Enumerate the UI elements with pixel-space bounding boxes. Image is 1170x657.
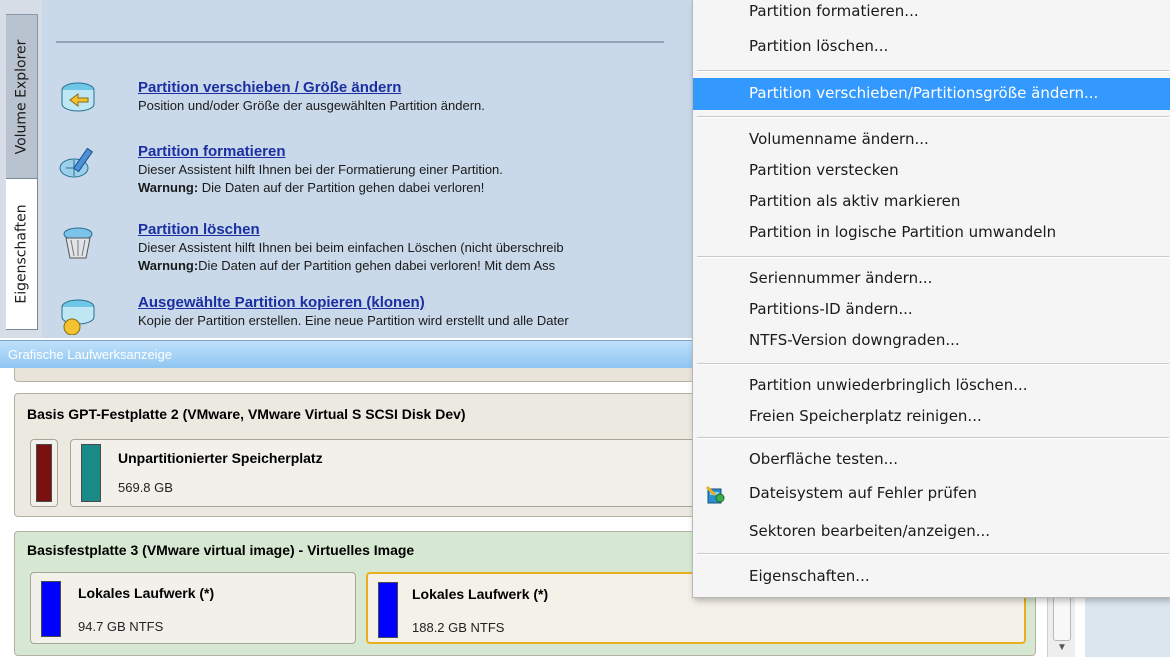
wizard-link-copy[interactable]: Ausgewählte Partition kopieren (klonen) bbox=[138, 293, 569, 312]
menu-separator bbox=[697, 363, 1169, 365]
wizard-desc: Dieser Assistent hilft Ihnen bei der For… bbox=[138, 162, 503, 177]
menu-item-label: Partition in logische Partition umwandel… bbox=[749, 223, 1057, 241]
wizard-link-format[interactable]: Partition formatieren bbox=[138, 142, 503, 161]
menu-item-label: Seriennummer ändern... bbox=[749, 269, 933, 287]
divider bbox=[56, 41, 664, 43]
wizard-warning: Warnung:Die Daten auf der Partition gehe… bbox=[138, 257, 564, 275]
wizard-desc: Dieser Assistent hilft Ihnen bei beim ei… bbox=[138, 240, 564, 255]
warning-text: Die Daten auf der Partition gehen dabei … bbox=[198, 258, 556, 273]
partition-color bbox=[81, 444, 101, 502]
partition-color bbox=[36, 444, 52, 502]
menu-item-surface-test[interactable]: Oberfläche testen... bbox=[693, 444, 1170, 476]
scrollbar-thumb[interactable] bbox=[1053, 593, 1071, 641]
disk-title: Basisfestplatte 3 (VMware virtual image)… bbox=[27, 542, 415, 558]
wizard-desc: Position und/oder Größe der ausgewählten… bbox=[138, 98, 485, 113]
menu-item-convert-logical[interactable]: Partition in logische Partition umwandel… bbox=[693, 217, 1170, 249]
tab-volume-explorer[interactable]: Volume Explorer bbox=[6, 14, 38, 180]
drive-view-title: Grafische Laufwerksanzeige bbox=[8, 347, 173, 362]
partition-size: 188.2 GB NTFS bbox=[412, 620, 505, 635]
menu-item-label: Partition verschieben/Partitionsgröße än… bbox=[749, 84, 1099, 102]
menu-item-label: Eigenschaften... bbox=[749, 567, 870, 585]
menu-separator bbox=[697, 256, 1169, 258]
menu-item-partition-id[interactable]: Partitions-ID ändern... bbox=[693, 294, 1170, 326]
menu-item-label: Partition löschen... bbox=[749, 37, 889, 55]
menu-separator bbox=[697, 553, 1169, 555]
wizard-link-move-resize[interactable]: Partition verschieben / Größe ändern bbox=[138, 78, 485, 97]
menu-item-delete[interactable]: Partition löschen... bbox=[693, 31, 1170, 63]
wizard-panel: Partition verschieben / Größe ändern Pos… bbox=[42, 0, 692, 338]
menu-item-label: Oberfläche testen... bbox=[749, 450, 898, 468]
menu-item-label: Dateisystem auf Fehler prüfen bbox=[749, 484, 977, 502]
move-resize-partition-icon bbox=[61, 82, 95, 112]
previous-disk-strip bbox=[14, 368, 694, 382]
menu-item-hide-partition[interactable]: Partition verstecken bbox=[693, 155, 1170, 187]
menu-item-label: Freien Speicherplatz reinigen... bbox=[749, 407, 982, 425]
menu-item-mark-active[interactable]: Partition als aktiv markieren bbox=[693, 186, 1170, 218]
menu-item-format[interactable]: Partition formatieren... bbox=[693, 0, 1170, 32]
menu-separator bbox=[697, 437, 1169, 439]
wizard-link-delete[interactable]: Partition löschen bbox=[138, 220, 564, 239]
wizard-warning: Warnung: Die Daten auf der Partition geh… bbox=[138, 179, 503, 197]
warning-text: Die Daten auf der Partition gehen dabei … bbox=[198, 180, 485, 195]
menu-item-label: Partitions-ID ändern... bbox=[749, 300, 913, 318]
partition-color bbox=[378, 582, 398, 638]
menu-item-serial-number[interactable]: Seriennummer ändern... bbox=[693, 263, 1170, 295]
warning-label: Warnung: bbox=[138, 258, 199, 273]
tab-eigenschaften-label: Eigenschaften bbox=[13, 204, 30, 304]
filesystem-check-icon bbox=[705, 485, 725, 504]
drive-view-header: Grafische Laufwerksanzeige bbox=[0, 340, 692, 368]
format-partition-icon bbox=[59, 147, 94, 178]
menu-item-label: Partition als aktiv markieren bbox=[749, 192, 961, 210]
copy-partition-icon bbox=[61, 299, 95, 335]
menu-item-edit-sectors[interactable]: Sektoren bearbeiten/anzeigen... bbox=[693, 516, 1170, 548]
partition-unallocated[interactable]: Unpartitionierter Speicherplatz 569.8 GB bbox=[70, 439, 710, 507]
warning-label: Warnung: bbox=[138, 180, 199, 195]
delete-partition-icon bbox=[63, 227, 93, 259]
partition-size: 569.8 GB bbox=[118, 480, 173, 495]
side-tabs: Volume Explorer Eigenschaften bbox=[0, 0, 42, 338]
menu-item-properties[interactable]: Eigenschaften... bbox=[693, 561, 1170, 593]
menu-item-rename-volume[interactable]: Volumenname ändern... bbox=[693, 124, 1170, 156]
menu-item-label: Partition unwiederbringlich löschen... bbox=[749, 376, 1028, 394]
partition-label: Lokales Laufwerk (*) bbox=[412, 586, 549, 602]
partition-label: Lokales Laufwerk (*) bbox=[78, 585, 215, 601]
menu-item-label: Sektoren bearbeiten/anzeigen... bbox=[749, 522, 991, 540]
menu-item-label: Volumenname ändern... bbox=[749, 130, 929, 148]
context-menu: Partition formatieren... Partition lösch… bbox=[692, 0, 1170, 598]
tab-volume-explorer-label: Volume Explorer bbox=[13, 39, 30, 155]
menu-item-label: Partition verstecken bbox=[749, 161, 899, 179]
menu-item-label: NTFS-Version downgraden... bbox=[749, 331, 960, 349]
menu-item-ntfs-downgrade[interactable]: NTFS-Version downgraden... bbox=[693, 325, 1170, 357]
menu-separator bbox=[697, 70, 1169, 72]
partition-local-drive-1[interactable]: Lokales Laufwerk (*) 94.7 GB NTFS bbox=[30, 572, 356, 644]
partition-size: 94.7 GB NTFS bbox=[78, 619, 164, 634]
scroll-down-arrow-icon[interactable]: ▼ bbox=[1057, 642, 1067, 653]
menu-item-move-resize[interactable]: Partition verschieben/Partitionsgröße än… bbox=[693, 78, 1170, 110]
partition-label: Unpartitionierter Speicherplatz bbox=[118, 450, 323, 466]
partition-color bbox=[41, 581, 61, 637]
menu-item-wipe-free-space[interactable]: Freien Speicherplatz reinigen... bbox=[693, 401, 1170, 433]
wizard-desc: Kopie der Partition erstellen. Eine neue… bbox=[138, 313, 569, 328]
menu-item-secure-delete[interactable]: Partition unwiederbringlich löschen... bbox=[693, 370, 1170, 402]
menu-item-check-filesystem[interactable]: Dateisystem auf Fehler prüfen bbox=[693, 478, 1170, 510]
tab-eigenschaften[interactable]: Eigenschaften bbox=[6, 178, 38, 330]
menu-item-label: Partition formatieren... bbox=[749, 2, 919, 20]
disk-title: Basis GPT-Festplatte 2 (VMware, VMware V… bbox=[27, 406, 466, 422]
menu-separator bbox=[697, 116, 1169, 118]
partition-system-reserved[interactable] bbox=[30, 439, 58, 507]
